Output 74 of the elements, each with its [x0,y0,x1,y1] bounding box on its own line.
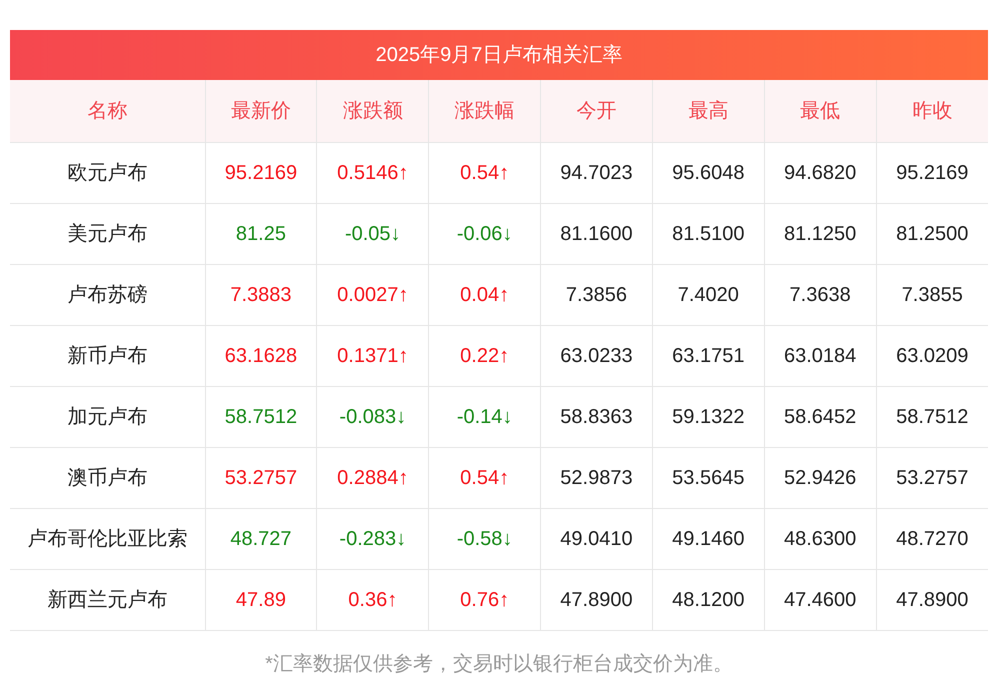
table-cell: 58.7512 [876,386,988,447]
currency-pair-cell: 澳币卢布 [10,447,205,508]
table-cell: 58.6452 [764,386,876,447]
table-cell: 49.1460 [652,508,764,569]
table-cell: 81.5100 [652,203,764,264]
table-cell: 0.36↑ [316,569,429,630]
currency-pair-cell: 卢布哥伦比亚比索 [10,508,205,569]
table-cell: 0.76↑ [428,569,541,630]
column-header: 最高 [652,80,764,142]
table-cell: 47.8900 [540,569,652,630]
table-cell: 94.7023 [540,142,652,203]
table-cell: 0.2884↑ [316,447,429,508]
table-cell: 7.3855 [876,264,988,325]
table-cell: 7.4020 [652,264,764,325]
table-cell: 63.0184 [764,325,876,386]
table-cell: -0.283↓ [316,508,429,569]
currency-pair-cell: 新西兰元卢布 [10,569,205,630]
column-header: 涨跌幅 [428,80,541,142]
table-cell: 47.4600 [764,569,876,630]
column-header: 名称 [10,80,205,142]
table-cell: 81.2500 [876,203,988,264]
column-header: 最低 [764,80,876,142]
table-cell: 48.1200 [652,569,764,630]
table-cell: 58.8363 [540,386,652,447]
table-cell: 81.25 [205,203,317,264]
table-cell: -0.14↓ [428,386,541,447]
table-cell: 53.5645 [652,447,764,508]
table-cell: -0.58↓ [428,508,541,569]
currency-pair-cell: 新币卢布 [10,325,205,386]
table-cell: 63.1628 [205,325,317,386]
table-cell: 48.7270 [876,508,988,569]
table-cell: 7.3856 [540,264,652,325]
column-header: 昨收 [876,80,988,142]
table-cell: 52.9426 [764,447,876,508]
table-cell: 53.2757 [876,447,988,508]
table-cell: 59.1322 [652,386,764,447]
currency-pair-cell: 欧元卢布 [10,142,205,203]
table-title: 2025年9月7日卢布相关汇率 [10,30,988,80]
column-header: 最新价 [205,80,317,142]
table-cell: 95.2169 [205,142,317,203]
table-cell: 7.3883 [205,264,317,325]
table-cell: 95.2169 [876,142,988,203]
table-cell: 47.8900 [876,569,988,630]
table-cell: 48.727 [205,508,317,569]
currency-pair-cell: 美元卢布 [10,203,205,264]
table-cell: 81.1250 [764,203,876,264]
table-cell: 0.22↑ [428,325,541,386]
currency-pair-cell: 加元卢布 [10,386,205,447]
disclaimer-note: *汇率数据仅供参考，交易时以银行柜台成交价为准。 [264,652,734,676]
table-cell: 58.7512 [205,386,317,447]
column-header: 涨跌额 [316,80,429,142]
table-cell: 47.89 [205,569,317,630]
table-cell: 0.1371↑ [316,325,429,386]
table-cell: -0.06↓ [428,203,541,264]
table-cell: 63.0233 [540,325,652,386]
currency-pair-cell: 卢布苏磅 [10,264,205,325]
table-cell: 63.0209 [876,325,988,386]
table-cell: 7.3638 [764,264,876,325]
table-cell: 0.04↑ [428,264,541,325]
table-cell: -0.05↓ [316,203,429,264]
table-cell: 0.5146↑ [316,142,429,203]
table-cell: 81.1600 [540,203,652,264]
table-cell: 94.6820 [764,142,876,203]
table-cell: 52.9873 [540,447,652,508]
column-header: 今开 [540,80,652,142]
table-cell: 95.6048 [652,142,764,203]
table-cell: 0.54↑ [428,142,541,203]
table-cell: 0.54↑ [428,447,541,508]
table-cell: 53.2757 [205,447,317,508]
table-cell: -0.083↓ [316,386,429,447]
table-cell: 0.0027↑ [316,264,429,325]
table-cell: 49.0410 [540,508,652,569]
table-cell: 48.6300 [764,508,876,569]
table-cell: 63.1751 [652,325,764,386]
